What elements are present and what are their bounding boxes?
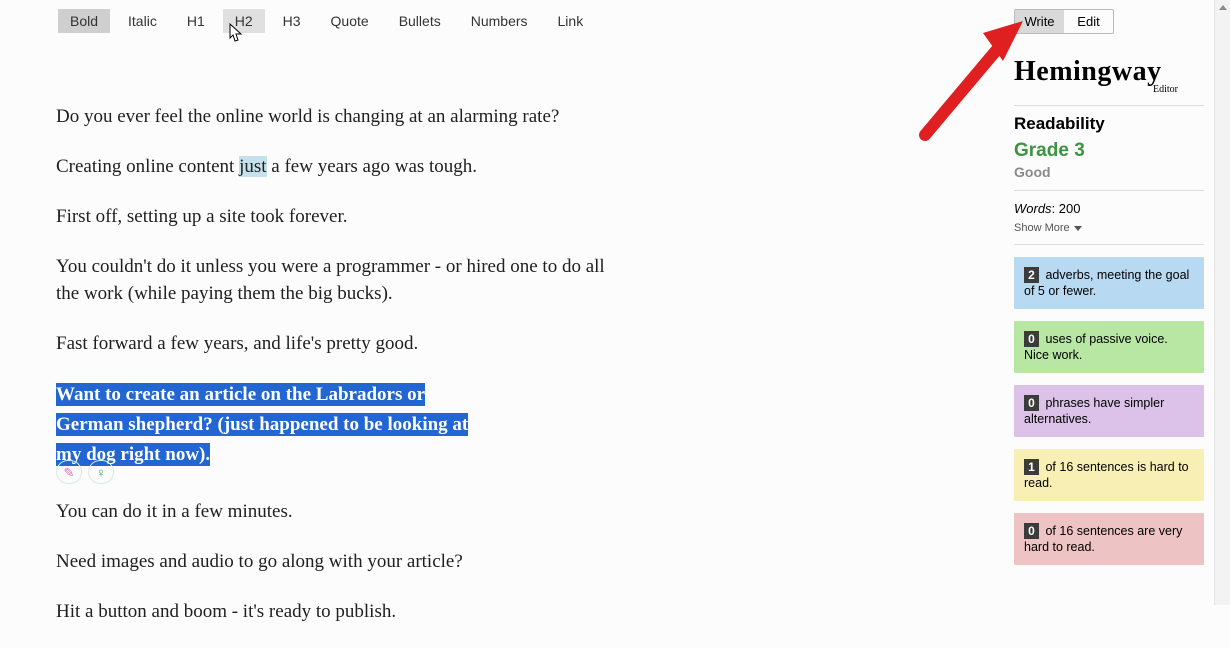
paragraph: Do you ever feel the online world is cha…: [56, 103, 616, 130]
sidebar: Write Edit Hemingway Editor Readability …: [1014, 9, 1204, 565]
brand-logo: Hemingway Editor: [1014, 56, 1204, 95]
editor-content[interactable]: Do you ever feel the online world is cha…: [56, 103, 616, 648]
chevron-down-icon: [1074, 226, 1082, 231]
edit-mode-button[interactable]: Edit: [1064, 10, 1113, 33]
h2-button[interactable]: H2: [223, 9, 265, 33]
readability-title: Readability: [1014, 114, 1204, 134]
paragraph: You can do it in a few minutes.: [56, 498, 616, 525]
suggest-pill-icon[interactable]: ♀: [88, 460, 114, 484]
count-badge: 1: [1024, 459, 1039, 475]
adverbs-card: 2 adverbs, meeting the goal of 5 or fewe…: [1014, 257, 1204, 309]
scrollbar[interactable]: [1214, 0, 1230, 605]
quote-button[interactable]: Quote: [319, 9, 381, 33]
link-button[interactable]: Link: [546, 9, 596, 33]
passive-voice-card: 0 uses of passive voice. Nice work.: [1014, 321, 1204, 373]
count-badge: 0: [1024, 395, 1039, 411]
readability-grade: Grade 3: [1014, 140, 1204, 162]
paragraph: Hit a button and boom - it's ready to pu…: [56, 598, 616, 625]
divider: [1014, 105, 1204, 106]
paragraph: First off, setting up a site took foreve…: [56, 203, 616, 230]
scroll-up-icon: [1219, 5, 1227, 10]
paragraph: Need images and audio to go along with y…: [56, 548, 616, 575]
count-badge: 0: [1024, 523, 1039, 539]
numbers-button[interactable]: Numbers: [459, 9, 540, 33]
formatting-toolbar: Bold Italic H1 H2 H3 Quote Bullets Numbe…: [58, 9, 601, 33]
h3-button[interactable]: H3: [271, 9, 313, 33]
divider: [1014, 244, 1204, 245]
hard-sentences-card: 1 of 16 sentences is hard to read.: [1014, 449, 1204, 501]
bold-button[interactable]: Bold: [58, 9, 110, 33]
show-more-button[interactable]: Show More: [1014, 222, 1204, 234]
edit-pill-icon[interactable]: ✎: [56, 460, 82, 484]
simpler-phrases-card: 0 phrases have simpler alternatives.: [1014, 385, 1204, 437]
write-mode-button[interactable]: Write: [1015, 10, 1064, 33]
mode-toggle: Write Edit: [1014, 9, 1114, 34]
selected-text: Want to create an article on the Labrado…: [56, 380, 616, 470]
readability-rating: Good: [1014, 164, 1204, 180]
paragraph: You couldn't do it unless you were a pro…: [56, 253, 616, 307]
paragraph: Fast forward a few years, and life's pre…: [56, 330, 616, 357]
word-count: Words: 200: [1014, 201, 1204, 216]
italic-button[interactable]: Italic: [116, 9, 169, 33]
bullets-button[interactable]: Bullets: [387, 9, 453, 33]
adverb-highlight: just: [239, 156, 266, 177]
count-badge: 2: [1024, 267, 1039, 283]
divider: [1014, 190, 1204, 191]
paragraph: Creating online content just a few years…: [56, 153, 616, 180]
count-badge: 0: [1024, 331, 1039, 347]
very-hard-sentences-card: 0 of 16 sentences are very hard to read.: [1014, 513, 1204, 565]
h1-button[interactable]: H1: [175, 9, 217, 33]
